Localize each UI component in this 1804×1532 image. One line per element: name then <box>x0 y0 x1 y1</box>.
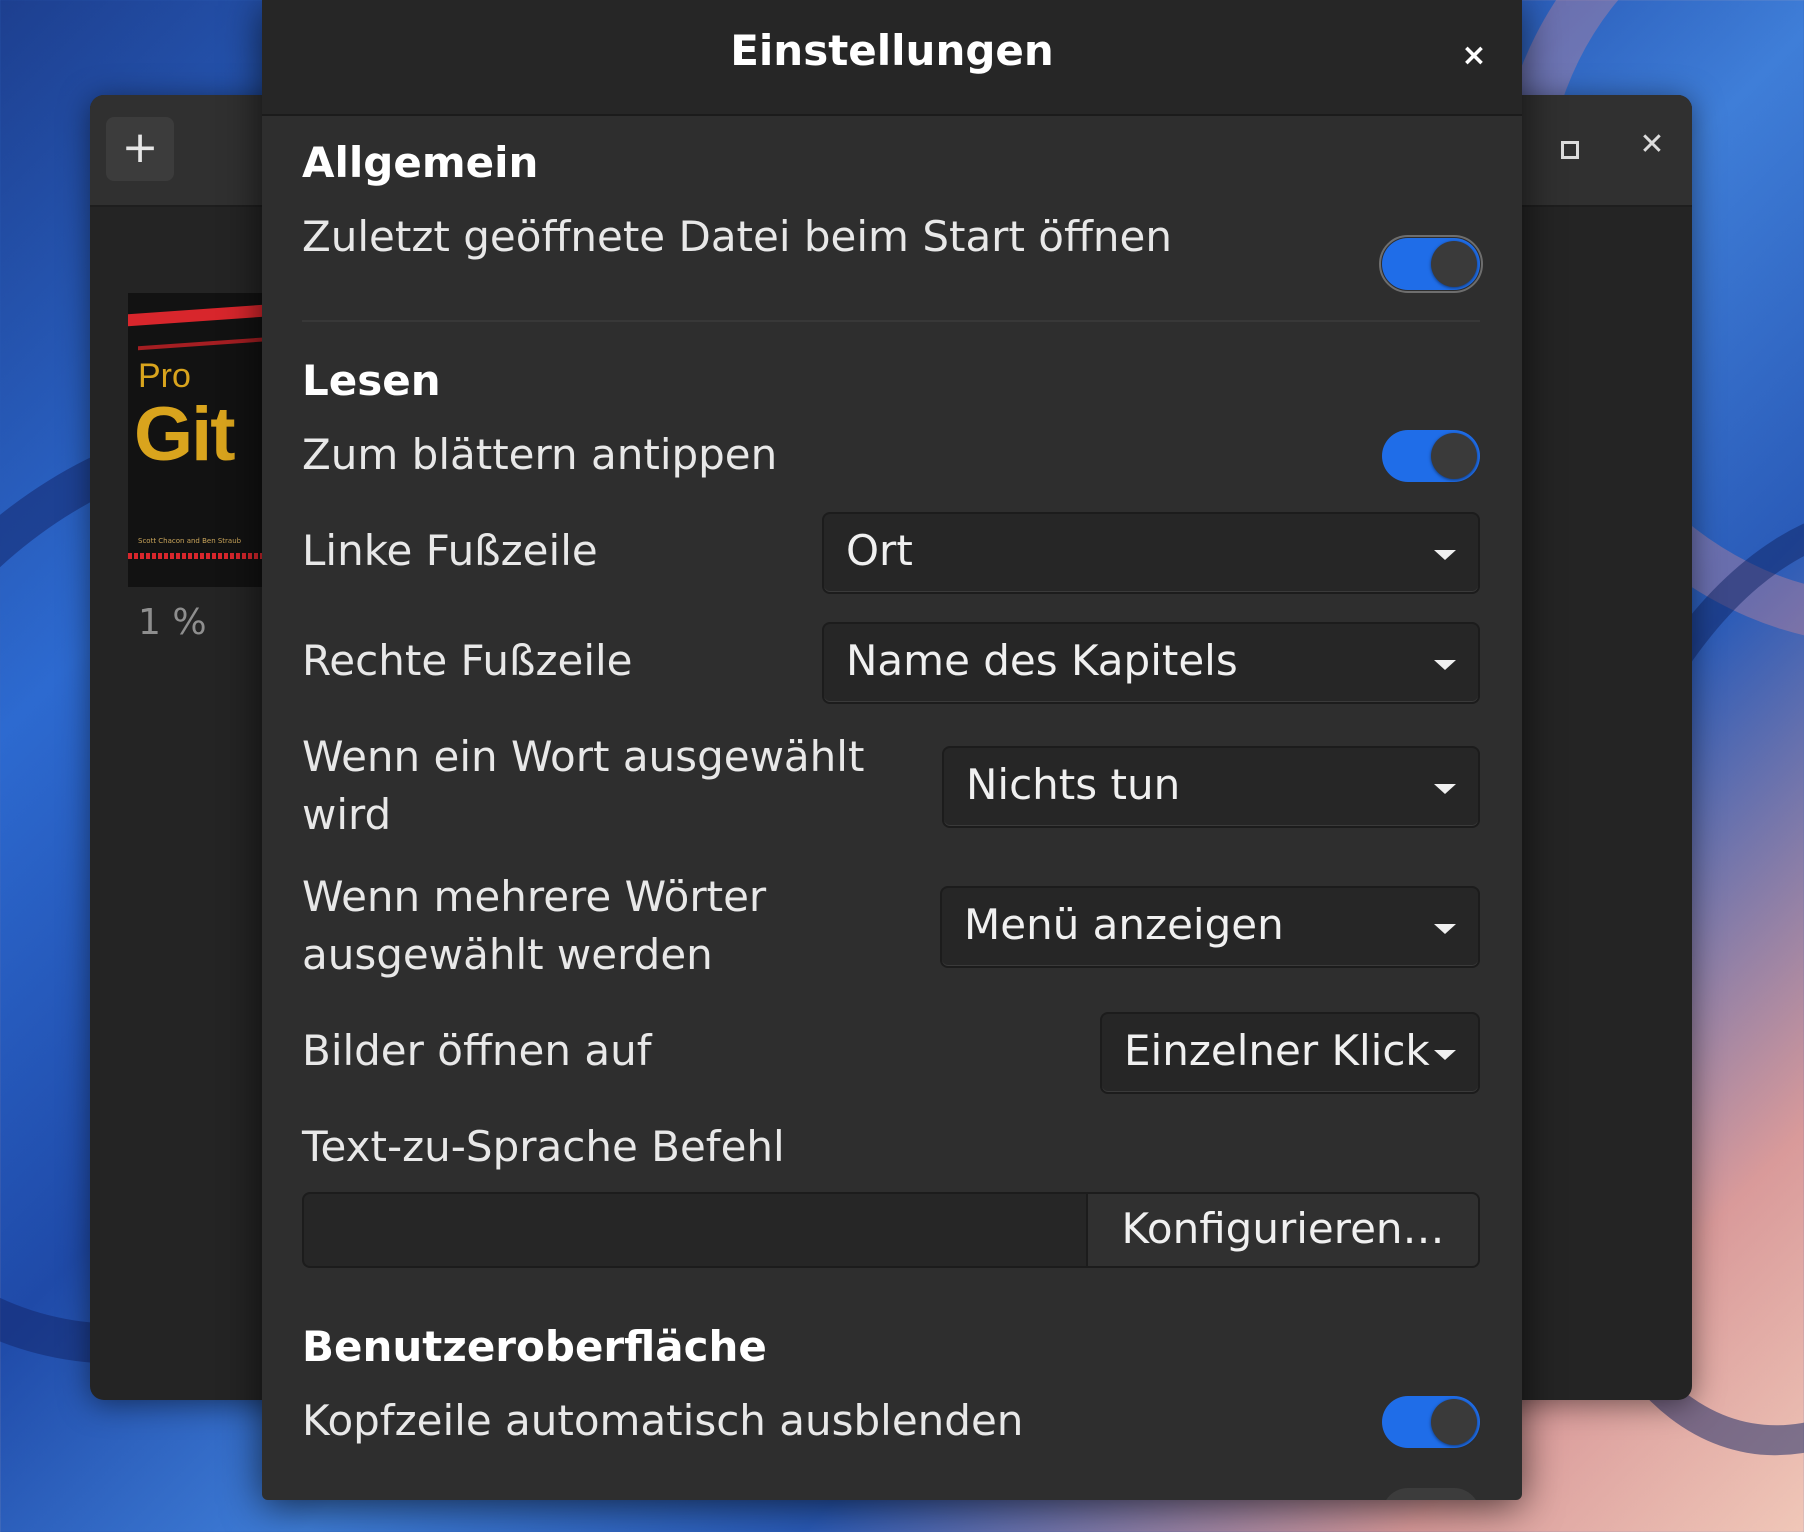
window-close-button[interactable]: ✕ <box>1632 125 1672 165</box>
right-footer-value: Name des Kapitels <box>846 636 1238 685</box>
cover-stripe <box>128 303 278 327</box>
switch-knob <box>1431 1399 1477 1445</box>
open-images-value: Einzelner Klick <box>1124 1026 1430 1075</box>
cover-stripe <box>128 553 278 559</box>
cover-stripe <box>138 335 278 351</box>
words-selected-value: Menü anzeigen <box>964 900 1284 949</box>
word-selected-value: Nichts tun <box>966 760 1181 809</box>
left-footer-label: Linke Fußzeile <box>302 526 598 575</box>
open-images-dropdown[interactable]: Einzelner Klick <box>1100 1012 1480 1094</box>
dialog-close-button[interactable]: × <box>1454 36 1494 76</box>
cover-authors-text: Scott Chacon and Ben Straub <box>138 537 242 545</box>
autohide-header-switch[interactable] <box>1382 1396 1480 1448</box>
word-selected-dropdown[interactable]: Nichts tun <box>942 746 1480 828</box>
chevron-down-icon <box>1434 550 1456 560</box>
right-footer-dropdown[interactable]: Name des Kapitels <box>822 622 1480 704</box>
book-cover[interactable]: Pro Git Scott Chacon and Ben Straub <box>128 293 278 587</box>
dialog-headerbar: Einstellungen × <box>262 0 1522 116</box>
switch-knob <box>1431 433 1477 479</box>
chevron-down-icon <box>1434 660 1456 670</box>
cover-title-text: Git <box>134 392 236 477</box>
open-last-file-label: Zuletzt geöffnete Datei beim Start öffne… <box>302 212 1172 261</box>
cutoff-switch[interactable] <box>1382 1488 1480 1500</box>
chevron-down-icon <box>1434 924 1456 934</box>
maximize-icon <box>1561 141 1579 159</box>
tap-to-page-label: Zum blättern antippen <box>302 430 778 479</box>
separator <box>302 320 1480 322</box>
words-selected-dropdown[interactable]: Menü anzeigen <box>940 886 1480 968</box>
autohide-header-label: Kopfzeile automatisch ausblenden <box>302 1396 1024 1445</box>
left-footer-dropdown[interactable]: Ort <box>822 512 1480 594</box>
tts-command-input[interactable] <box>302 1192 1086 1268</box>
preferences-dialog: Einstellungen × Allgemein Zuletzt geöffn… <box>262 0 1522 1500</box>
configure-tts-button[interactable]: Konfigurieren… <box>1086 1192 1480 1268</box>
chevron-down-icon <box>1434 784 1456 794</box>
section-title-interface: Benutzeroberfläche <box>302 1322 767 1371</box>
words-selected-label: Wenn mehrere Wörter ausgewählt werden <box>302 872 767 979</box>
left-footer-value: Ort <box>846 526 913 575</box>
section-title-reading: Lesen <box>302 356 441 405</box>
add-book-button[interactable]: + <box>106 117 174 181</box>
tts-label: Text-zu-Sprache Befehl <box>302 1122 785 1171</box>
word-selected-label: Wenn ein Wort ausgewählt wird <box>302 732 865 839</box>
switch-knob <box>1431 241 1477 287</box>
tap-to-page-switch[interactable] <box>1382 430 1480 482</box>
book-progress: 1 % <box>138 602 207 643</box>
open-images-label: Bilder öffnen auf <box>302 1026 652 1075</box>
section-title-general: Allgemein <box>302 138 539 187</box>
open-last-file-switch[interactable] <box>1379 235 1483 293</box>
maximize-button[interactable] <box>1555 135 1585 165</box>
right-footer-label: Rechte Fußzeile <box>302 636 633 685</box>
dialog-title: Einstellungen <box>730 26 1054 75</box>
chevron-down-icon <box>1434 1050 1456 1060</box>
